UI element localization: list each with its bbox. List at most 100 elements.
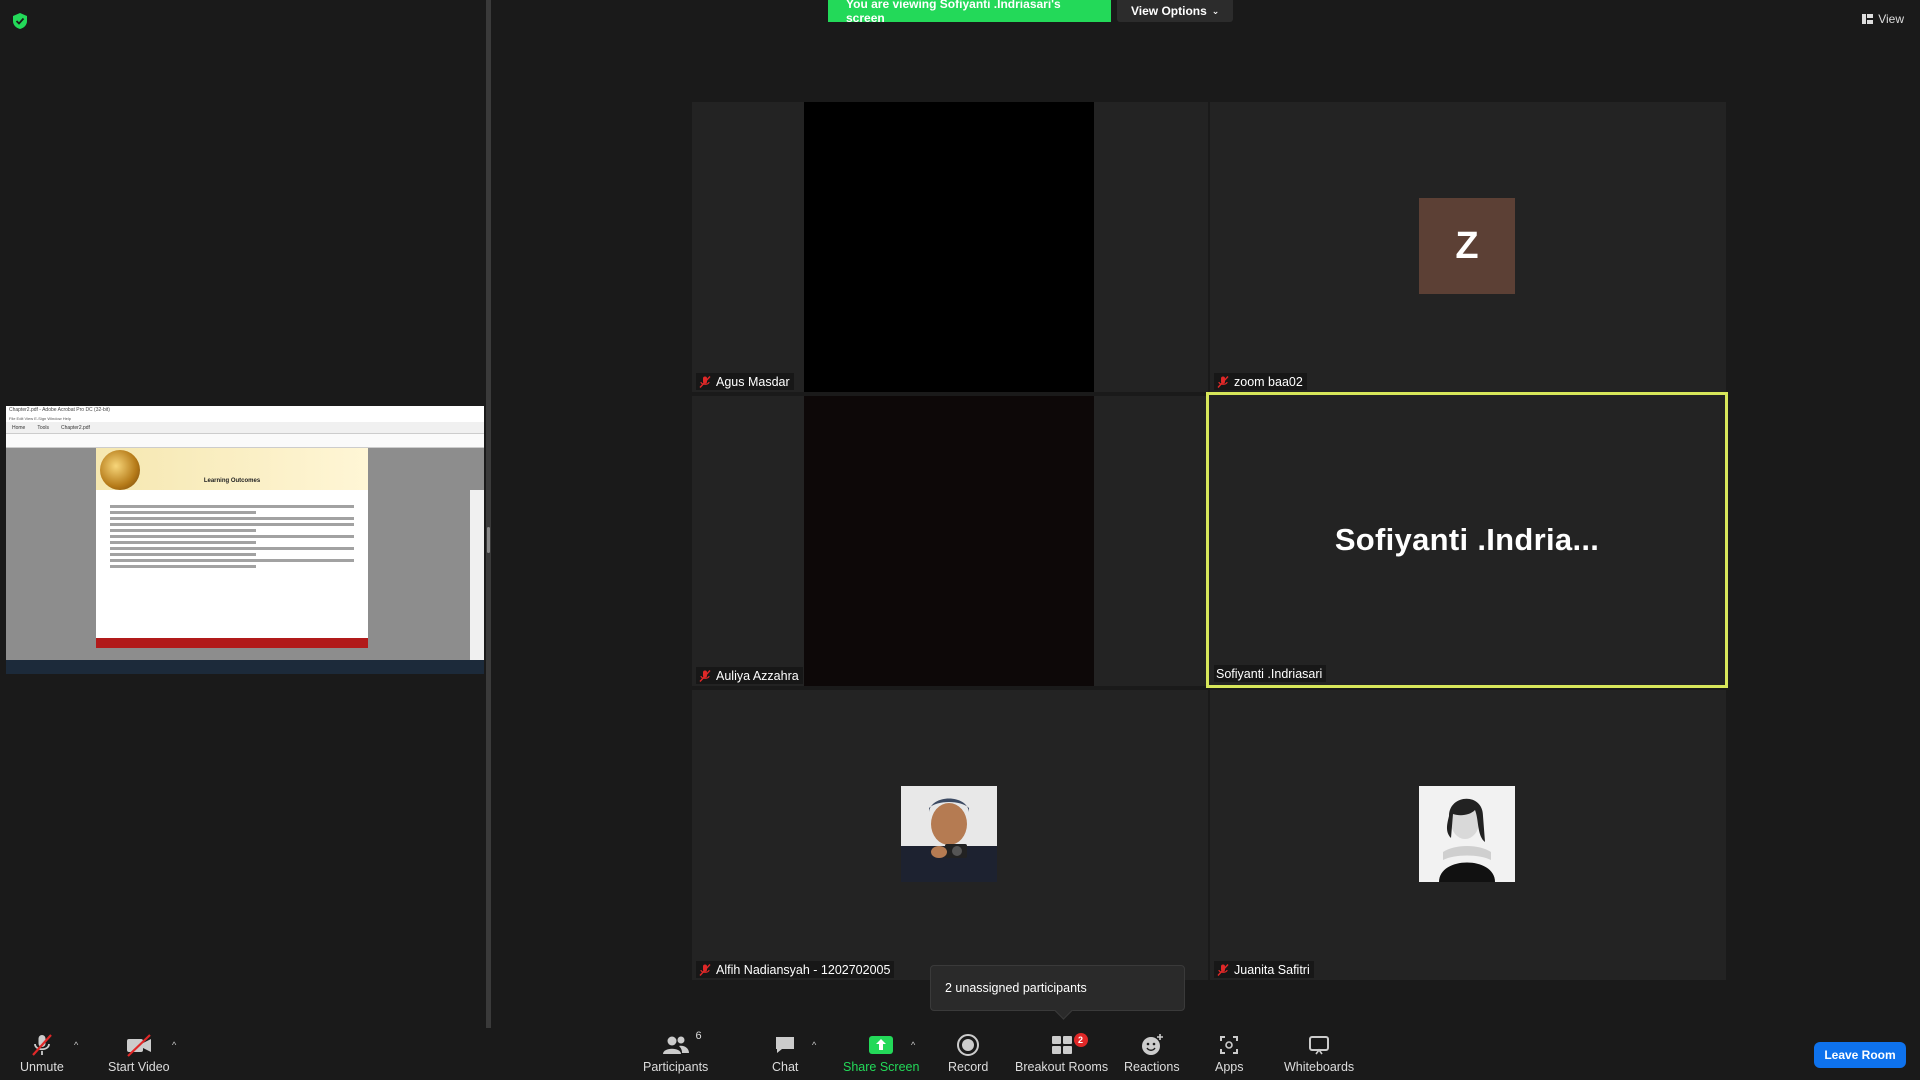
reactions-smiley-icon <box>1141 1034 1163 1055</box>
video-options-chevron-icon[interactable]: ^ <box>172 1040 176 1050</box>
panel-divider[interactable] <box>486 0 491 1028</box>
profile-photo-icon <box>901 786 997 882</box>
page-header: Learning Outcomes <box>96 448 368 490</box>
unmute-button[interactable]: Unmute <box>20 1032 64 1074</box>
participant-video <box>804 102 1094 392</box>
breakout-rooms-icon <box>1051 1036 1072 1054</box>
globe-logo-icon <box>100 450 140 490</box>
participant-name: Auliya Azzahra <box>716 668 799 683</box>
view-label: View <box>1878 12 1904 26</box>
security-shield-icon[interactable] <box>12 12 28 30</box>
chat-options-chevron-icon[interactable]: ^ <box>812 1040 816 1050</box>
shared-document-page: Learning Outcomes <box>96 448 368 648</box>
mic-muted-icon <box>699 669 711 682</box>
video-camera-off-icon <box>126 1034 151 1057</box>
participant-tile[interactable]: Alfih Nadiansyah - 1202702005 <box>692 690 1208 980</box>
participant-name-tag: Auliya Azzahra <box>696 667 803 684</box>
participant-name: Alfih Nadiansyah - 1202702005 <box>716 962 891 977</box>
breakout-rooms-label: Breakout Rooms <box>1015 1060 1109 1074</box>
whiteboard-icon <box>1309 1036 1330 1055</box>
participant-name: Juanita Safitri <box>1234 962 1310 977</box>
avatar <box>1419 786 1515 882</box>
shared-side-panel <box>470 490 484 674</box>
shared-tab-home: Home <box>12 424 26 431</box>
apps-button[interactable]: Apps <box>1215 1032 1244 1074</box>
zoom-meeting-window: You are viewing Sofiyanti .Indriasari's … <box>0 0 1920 1080</box>
mic-muted-icon <box>1217 963 1229 976</box>
participants-icon <box>662 1036 689 1054</box>
chevron-down-icon: ⌄ <box>1211 5 1220 16</box>
breakout-rooms-badge: 2 <box>1073 1033 1088 1047</box>
participants-button[interactable]: 6 Participants <box>643 1030 709 1074</box>
share-screen-label: Share Screen <box>843 1060 920 1074</box>
view-options-button[interactable]: View Options ⌄ <box>1117 0 1234 22</box>
participant-name-tag: Agus Masdar <box>696 373 794 390</box>
participant-name: Agus Masdar <box>716 374 790 389</box>
meeting-toolbar: Unmute ^ Start Video ^ 6 Participants Ch… <box>0 1028 1920 1080</box>
record-icon <box>957 1034 980 1056</box>
avatar <box>901 786 997 882</box>
participant-video <box>804 396 1094 686</box>
chat-button[interactable]: Chat <box>772 1032 798 1074</box>
reactions-button[interactable]: Reactions <box>1124 1032 1180 1074</box>
apps-label: Apps <box>1215 1060 1244 1074</box>
whiteboards-label: Whiteboards <box>1284 1060 1355 1074</box>
profile-photo-icon <box>1419 786 1515 882</box>
grid-view-icon <box>1862 14 1874 24</box>
microphone-muted-icon <box>32 1034 52 1056</box>
breakout-rooms-button[interactable]: 2 Breakout Rooms <box>1015 1032 1108 1074</box>
share-screen-icon <box>869 1036 894 1054</box>
start-video-label: Start Video <box>108 1060 170 1074</box>
participants-label: Participants <box>643 1060 709 1074</box>
shared-tab-document: Chapter2.pdf <box>61 424 90 431</box>
participant-name-tag: Sofiyanti .Indriasari <box>1214 665 1327 682</box>
page-title: Learning Outcomes <box>203 478 261 484</box>
participant-name: zoom baa02 <box>1234 374 1303 389</box>
participant-name-tag: Juanita Safitri <box>1214 961 1314 978</box>
whiteboards-button[interactable]: Whiteboards <box>1284 1032 1354 1074</box>
view-button[interactable]: View <box>1862 12 1904 26</box>
leave-room-button[interactable]: Leave Room <box>1814 1042 1906 1068</box>
participant-tile[interactable]: Agus Masdar <box>692 102 1208 392</box>
audio-options-chevron-icon[interactable]: ^ <box>74 1040 78 1050</box>
shared-screen-view[interactable]: Chapter2.pdf - Adobe Acrobat Pro DC (32-… <box>6 406 484 674</box>
record-label: Record <box>948 1060 989 1074</box>
chat-label: Chat <box>772 1060 799 1074</box>
participant-tile[interactable]: Z zoom baa02 <box>1210 102 1726 392</box>
shared-document-area: Learning Outcomes <box>6 448 484 674</box>
divider-handle[interactable] <box>487 527 490 553</box>
shared-tabs: Home Tools Chapter2.pdf <box>6 422 484 434</box>
unassigned-participants-tooltip: 2 unassigned participants <box>930 965 1185 1011</box>
participants-count: 6 <box>695 1030 702 1042</box>
start-video-button[interactable]: Start Video <box>108 1032 170 1074</box>
shared-tab-tools: Tools <box>37 424 50 431</box>
apps-icon <box>1220 1036 1239 1054</box>
share-options-chevron-icon[interactable]: ^ <box>911 1040 915 1050</box>
shared-menu-bar: File Edit View E-Sign Window Help <box>6 415 484 422</box>
record-button[interactable]: Record <box>948 1032 988 1074</box>
viewing-screen-label: You are viewing Sofiyanti .Indriasari's … <box>828 0 1111 25</box>
tooltip-text: 2 unassigned participants <box>945 981 1087 995</box>
mic-muted-icon <box>699 963 711 976</box>
shared-toolbar <box>6 434 484 448</box>
mic-muted-icon <box>1217 375 1229 388</box>
shared-window-title: Chapter2.pdf - Adobe Acrobat Pro DC (32-… <box>6 406 484 415</box>
share-screen-button[interactable]: Share Screen <box>843 1032 919 1074</box>
participant-name-tag: Alfih Nadiansyah - 1202702005 <box>696 961 895 978</box>
screen-share-banner: You are viewing Sofiyanti .Indriasari's … <box>828 0 1234 25</box>
page-footer <box>96 638 368 648</box>
reactions-label: Reactions <box>1124 1060 1180 1074</box>
page-body-text <box>96 490 368 568</box>
participant-display-name: Sofiyanti .Indria... <box>1334 522 1600 557</box>
mic-muted-icon <box>699 375 711 388</box>
leave-room-label: Leave Room <box>1824 1048 1896 1062</box>
unmute-label: Unmute <box>20 1060 64 1074</box>
avatar: Z <box>1419 198 1515 294</box>
shared-taskbar <box>6 660 484 674</box>
chat-bubble-icon <box>776 1037 795 1053</box>
active-speaker-tile[interactable]: Sofiyanti .Indria... Sofiyanti .Indriasa… <box>1206 392 1728 688</box>
participant-tile[interactable]: Auliya Azzahra <box>692 396 1208 686</box>
view-options-label: View Options <box>1131 4 1207 18</box>
participant-tile[interactable]: Juanita Safitri <box>1210 690 1726 980</box>
participant-name: Sofiyanti .Indriasari <box>1216 666 1323 681</box>
